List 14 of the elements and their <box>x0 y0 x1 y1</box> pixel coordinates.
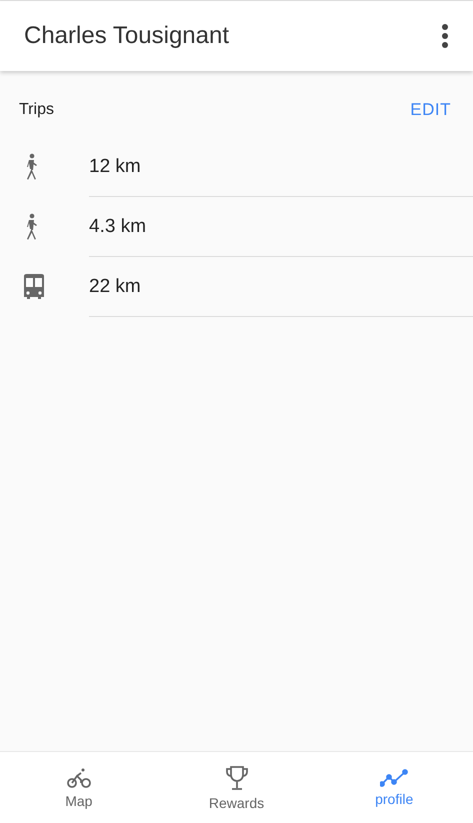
nav-tab[interactable]: Rewards <box>158 752 316 823</box>
bicycle-icon <box>66 766 92 788</box>
edit-button[interactable]: EDIT <box>410 100 451 120</box>
more-icon <box>441 23 449 49</box>
section-title: Trips <box>19 101 54 119</box>
trip-distance: 4.3 km <box>89 216 146 238</box>
nav-tab[interactable]: profile <box>315 752 473 823</box>
trip-distance: 22 km <box>89 276 141 298</box>
page-title: Charles Tousignant <box>24 22 230 50</box>
trip-distance: 12 km <box>89 156 141 178</box>
bus-icon <box>22 273 46 301</box>
trophy-icon <box>224 764 250 790</box>
nav-tab[interactable]: Map <box>0 752 158 823</box>
line-chart-icon <box>380 768 408 786</box>
